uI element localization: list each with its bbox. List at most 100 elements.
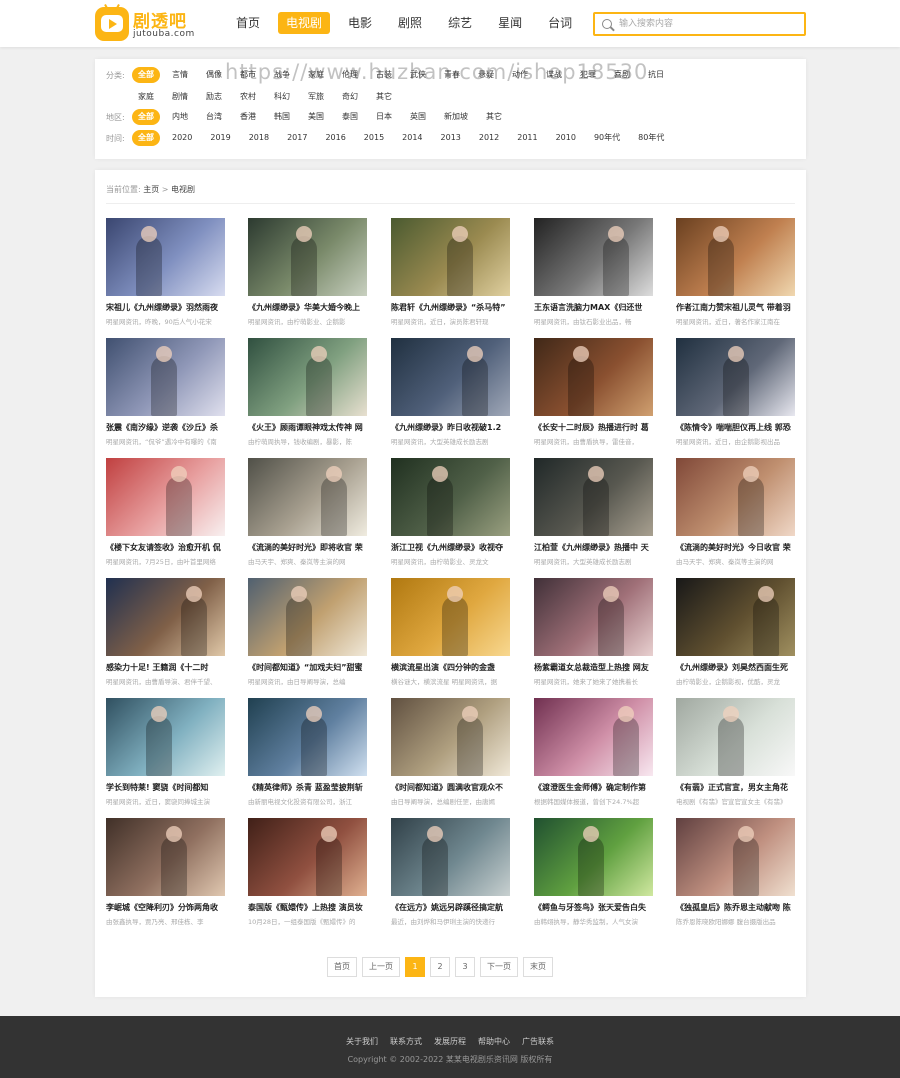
filter-option[interactable]: 韩国 [268, 109, 296, 125]
article-title[interactable]: 江柏萱《九州缥缈录》热播中 天 [534, 542, 653, 553]
article-thumbnail[interactable] [676, 578, 795, 656]
article-card[interactable]: 《长安十二时辰》热播进行时 葛明星网资讯，由曹盾执导，雷佳音， [534, 338, 653, 448]
article-thumbnail[interactable] [534, 458, 653, 536]
article-card[interactable]: 杨紫霸道女总裁造型上热搜 网友 明星网资讯，她来了她来了她携着长 [534, 578, 653, 688]
article-thumbnail[interactable] [676, 458, 795, 536]
article-title[interactable]: 《渡澄医生金师傅》确定制作第 [534, 782, 653, 793]
article-card[interactable]: 江柏萱《九州缥缈录》热播中 天明星网资讯，大型英雄成长励志剧 [534, 458, 653, 568]
article-title[interactable]: 宋祖儿《九州缥缈录》羽然雨夜 [106, 302, 225, 313]
filter-option[interactable]: 偶像 [200, 67, 228, 83]
filter-option[interactable]: 新加坡 [438, 109, 474, 125]
filter-option[interactable]: 犯罪 [574, 67, 602, 83]
article-title[interactable]: 学长到特莱! 窦骁《时间都知 [106, 782, 225, 793]
article-title[interactable]: 《精英律师》杀青 蓝盈莹披荆斩 [248, 782, 367, 793]
filter-option[interactable]: 英国 [404, 109, 432, 125]
nav-item[interactable]: 综艺 [440, 12, 480, 34]
filter-option[interactable]: 全部 [132, 67, 160, 83]
article-card[interactable]: 《时间都知道》“加戏夫妇”甜蜜 明星网资讯，由日导阐导演，总编 [248, 578, 367, 688]
filter-option[interactable]: 泰国 [336, 109, 364, 125]
filter-option[interactable]: 2019 [204, 130, 236, 146]
article-title[interactable]: 《九州缥缈录》华美大婚今晚上 [248, 302, 367, 313]
article-title[interactable]: 《楼下女友请签收》治愈开机 侃 [106, 542, 225, 553]
search-icon[interactable] [602, 19, 612, 29]
article-thumbnail[interactable] [106, 578, 225, 656]
article-thumbnail[interactable] [106, 458, 225, 536]
filter-option[interactable]: 伦理 [336, 67, 364, 83]
article-title[interactable]: 《九州缥缈录》昨日收视破1.2 [391, 422, 510, 433]
article-card[interactable]: 《渡澄医生金师傅》确定制作第 根据韩国媒体报道，曾创下24.7%超 [534, 698, 653, 808]
filter-option[interactable]: 90年代 [588, 130, 626, 146]
article-card[interactable]: 王东语言洗脑力MAX《归还世 明星网资讯，由钛石影业出品，畅 [534, 218, 653, 328]
filter-option[interactable]: 抗日 [642, 67, 670, 83]
article-title[interactable]: 杨紫霸道女总裁造型上热搜 网友 [534, 662, 653, 673]
article-card[interactable]: 李岷城《空降利刃》分饰两角收 由张鑫执导，贾乃亮、邢佳栋、李 [106, 818, 225, 928]
article-thumbnail[interactable] [391, 698, 510, 776]
filter-option[interactable]: 其它 [370, 89, 398, 105]
footer-link[interactable]: 发展历程 [434, 1037, 466, 1046]
filter-option[interactable]: 科幻 [268, 89, 296, 105]
footer-link[interactable]: 关于我们 [346, 1037, 378, 1046]
page-button[interactable]: 上一页 [362, 957, 400, 977]
article-title[interactable]: 陈君轩《九州缥缈录》“杀马特” [391, 302, 510, 313]
article-card[interactable]: 《独孤皇后》陈乔恩主动献吻 陈陈乔恩陈晓欧阳娜娜 腹台摄版出品 [676, 818, 795, 928]
filter-option[interactable]: 青春 [438, 67, 466, 83]
article-thumbnail[interactable] [391, 458, 510, 536]
article-title[interactable]: 感染力十足! 王籍润《十二时 [106, 662, 225, 673]
article-thumbnail[interactable] [534, 818, 653, 896]
page-button[interactable]: 下一页 [480, 957, 518, 977]
filter-option[interactable]: 武侠 [404, 67, 432, 83]
article-card[interactable]: 横滨流星出演《四分钟的金盏 横谷谜大，横滨流星 明星网资讯，据 [391, 578, 510, 688]
footer-link[interactable]: 广告联系 [522, 1037, 554, 1046]
article-title[interactable]: 《流淌的美好时光》今日收官 荣 [676, 542, 795, 553]
search-input[interactable] [619, 16, 799, 32]
filter-option[interactable]: 谍战 [540, 67, 568, 83]
nav-item[interactable]: 电影 [340, 12, 380, 34]
filter-option[interactable]: 2015 [358, 130, 390, 146]
page-button[interactable]: 1 [405, 957, 425, 977]
filter-option[interactable]: 动作 [506, 67, 534, 83]
filter-option[interactable]: 2017 [281, 130, 313, 146]
article-card[interactable]: 浙江卫视《九州缥缈录》收视夺 明星网资讯，由柠萌影业、灵龙文 [391, 458, 510, 568]
article-card[interactable]: 《鳄鱼与牙签鸟》张天爱告白失 由韩翊执导，静华秀监制，人气女演 [534, 818, 653, 928]
nav-item[interactable]: 剧照 [390, 12, 430, 34]
filter-option[interactable]: 80年代 [632, 130, 670, 146]
article-thumbnail[interactable] [248, 218, 367, 296]
filter-option[interactable]: 全部 [132, 130, 160, 146]
article-card[interactable]: 《在远方》姚远另辟蹊径搞定航 最近，由刘烨和马伊琍主演的快递行 [391, 818, 510, 928]
article-title[interactable]: 《时间都知道》“加戏夫妇”甜蜜 [248, 662, 367, 673]
filter-option[interactable]: 台湾 [200, 109, 228, 125]
article-thumbnail[interactable] [676, 818, 795, 896]
article-title[interactable]: 《独孤皇后》陈乔恩主动献吻 陈 [676, 902, 795, 913]
nav-item[interactable]: 电视剧 [278, 12, 331, 34]
filter-option[interactable]: 2014 [396, 130, 428, 146]
filter-option[interactable]: 日本 [370, 109, 398, 125]
nav-item[interactable]: 首页 [228, 12, 268, 34]
filter-option[interactable]: 2018 [243, 130, 275, 146]
breadcrumb-current[interactable]: 电视剧 [171, 185, 195, 194]
article-thumbnail[interactable] [106, 218, 225, 296]
filter-option[interactable]: 励志 [200, 89, 228, 105]
article-thumbnail[interactable] [534, 578, 653, 656]
filter-option[interactable]: 内地 [166, 109, 194, 125]
article-card[interactable]: 感染力十足! 王籍润《十二时 明星网资讯，由曹盾导演、君伴千望、 [106, 578, 225, 688]
article-thumbnail[interactable] [248, 578, 367, 656]
filter-option[interactable]: 2013 [435, 130, 467, 146]
article-title[interactable]: 《九州缥缈录》刘昊然西面生死 [676, 662, 795, 673]
article-title[interactable]: 《长安十二时辰》热播进行时 葛 [534, 422, 653, 433]
article-title[interactable]: 《在远方》姚远另辟蹊径搞定航 [391, 902, 510, 913]
nav-item[interactable]: 星闻 [490, 12, 530, 34]
site-logo[interactable]: 剧透吧 jutouba.com [95, 4, 195, 43]
filter-option[interactable]: 都市 [234, 67, 262, 83]
filter-option[interactable]: 言情 [166, 67, 194, 83]
article-thumbnail[interactable] [391, 218, 510, 296]
filter-option[interactable]: 古装 [370, 67, 398, 83]
article-card[interactable]: 《流淌的美好时光》即将收官 荣由马天宇、郑爽、秦岚等主演的网 [248, 458, 367, 568]
article-title[interactable]: 《流淌的美好时光》即将收官 荣 [248, 542, 367, 553]
article-title[interactable]: 李岷城《空降利刃》分饰两角收 [106, 902, 225, 913]
article-title[interactable]: 作者江南力赞宋祖儿灵气 带着羽 [676, 302, 795, 313]
filter-option[interactable]: 2010 [550, 130, 582, 146]
filter-option[interactable]: 2020 [166, 130, 198, 146]
article-thumbnail[interactable] [676, 338, 795, 416]
article-card[interactable]: 《火王》顾雨谭眼神戏太传神 网由柠萌周执导，钱收编剧，暴影，陈 [248, 338, 367, 448]
footer-link[interactable]: 联系方式 [390, 1037, 422, 1046]
